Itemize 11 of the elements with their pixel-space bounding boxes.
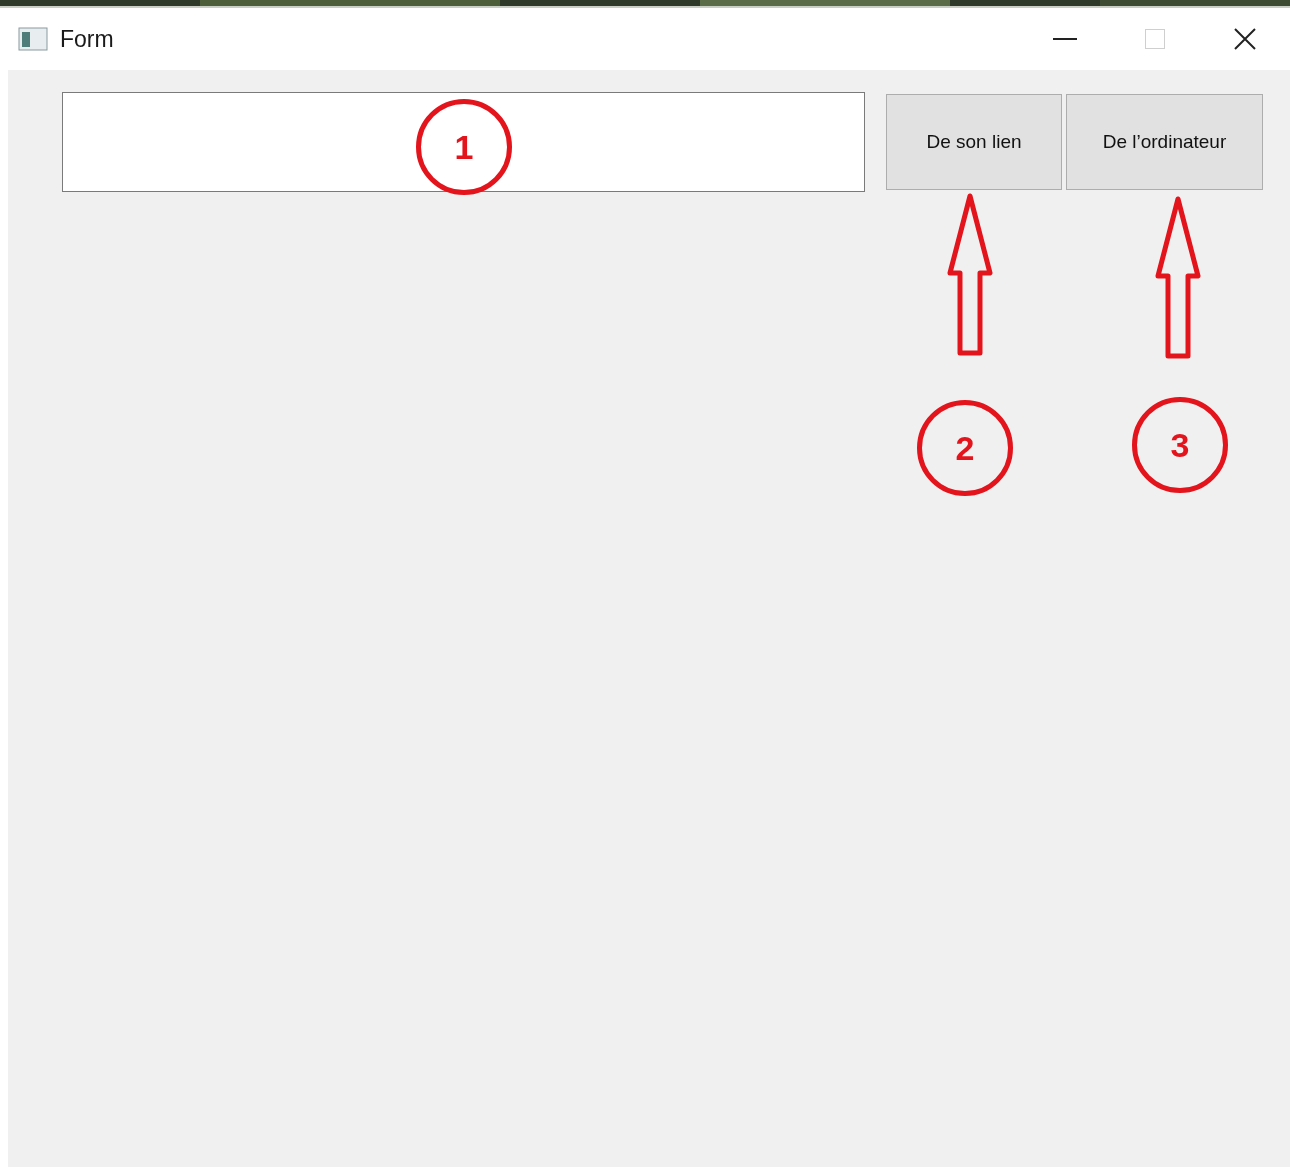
window-title: Form [60, 24, 114, 54]
circled-number: 2 [917, 400, 1013, 496]
minimize-icon [1053, 38, 1077, 40]
maximize-icon [1145, 29, 1165, 49]
circled-number: 3 [1132, 397, 1228, 493]
action-button[interactable]: De l’ordinateur [1066, 94, 1263, 190]
close-icon [1234, 28, 1256, 50]
window-icon [18, 27, 48, 51]
action-button[interactable]: De son lien [886, 94, 1062, 190]
text-field[interactable] [62, 92, 865, 192]
circled-number: 1 [416, 99, 512, 195]
